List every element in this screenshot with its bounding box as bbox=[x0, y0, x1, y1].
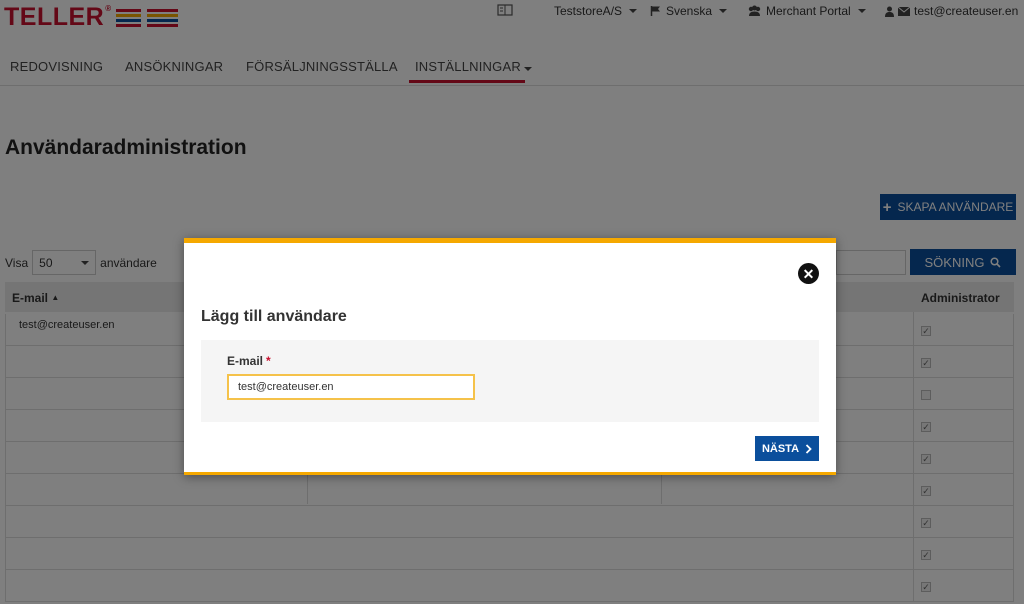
add-user-modal: ✕ Lägg till användare E-mail* NÄSTA bbox=[184, 238, 836, 475]
email-label-text: E-mail bbox=[227, 354, 264, 368]
close-icon[interactable]: ✕ bbox=[798, 263, 819, 284]
email-field-label: E-mail * bbox=[227, 354, 271, 368]
required-asterisk: * bbox=[266, 354, 271, 368]
form-section: E-mail * bbox=[201, 340, 819, 422]
next-button[interactable]: NÄSTA bbox=[755, 436, 819, 461]
next-label: NÄSTA bbox=[761, 442, 800, 455]
email-field[interactable] bbox=[227, 374, 475, 400]
chevron-right-icon bbox=[805, 443, 812, 454]
modal-title: Lägg till användare bbox=[201, 308, 347, 325]
